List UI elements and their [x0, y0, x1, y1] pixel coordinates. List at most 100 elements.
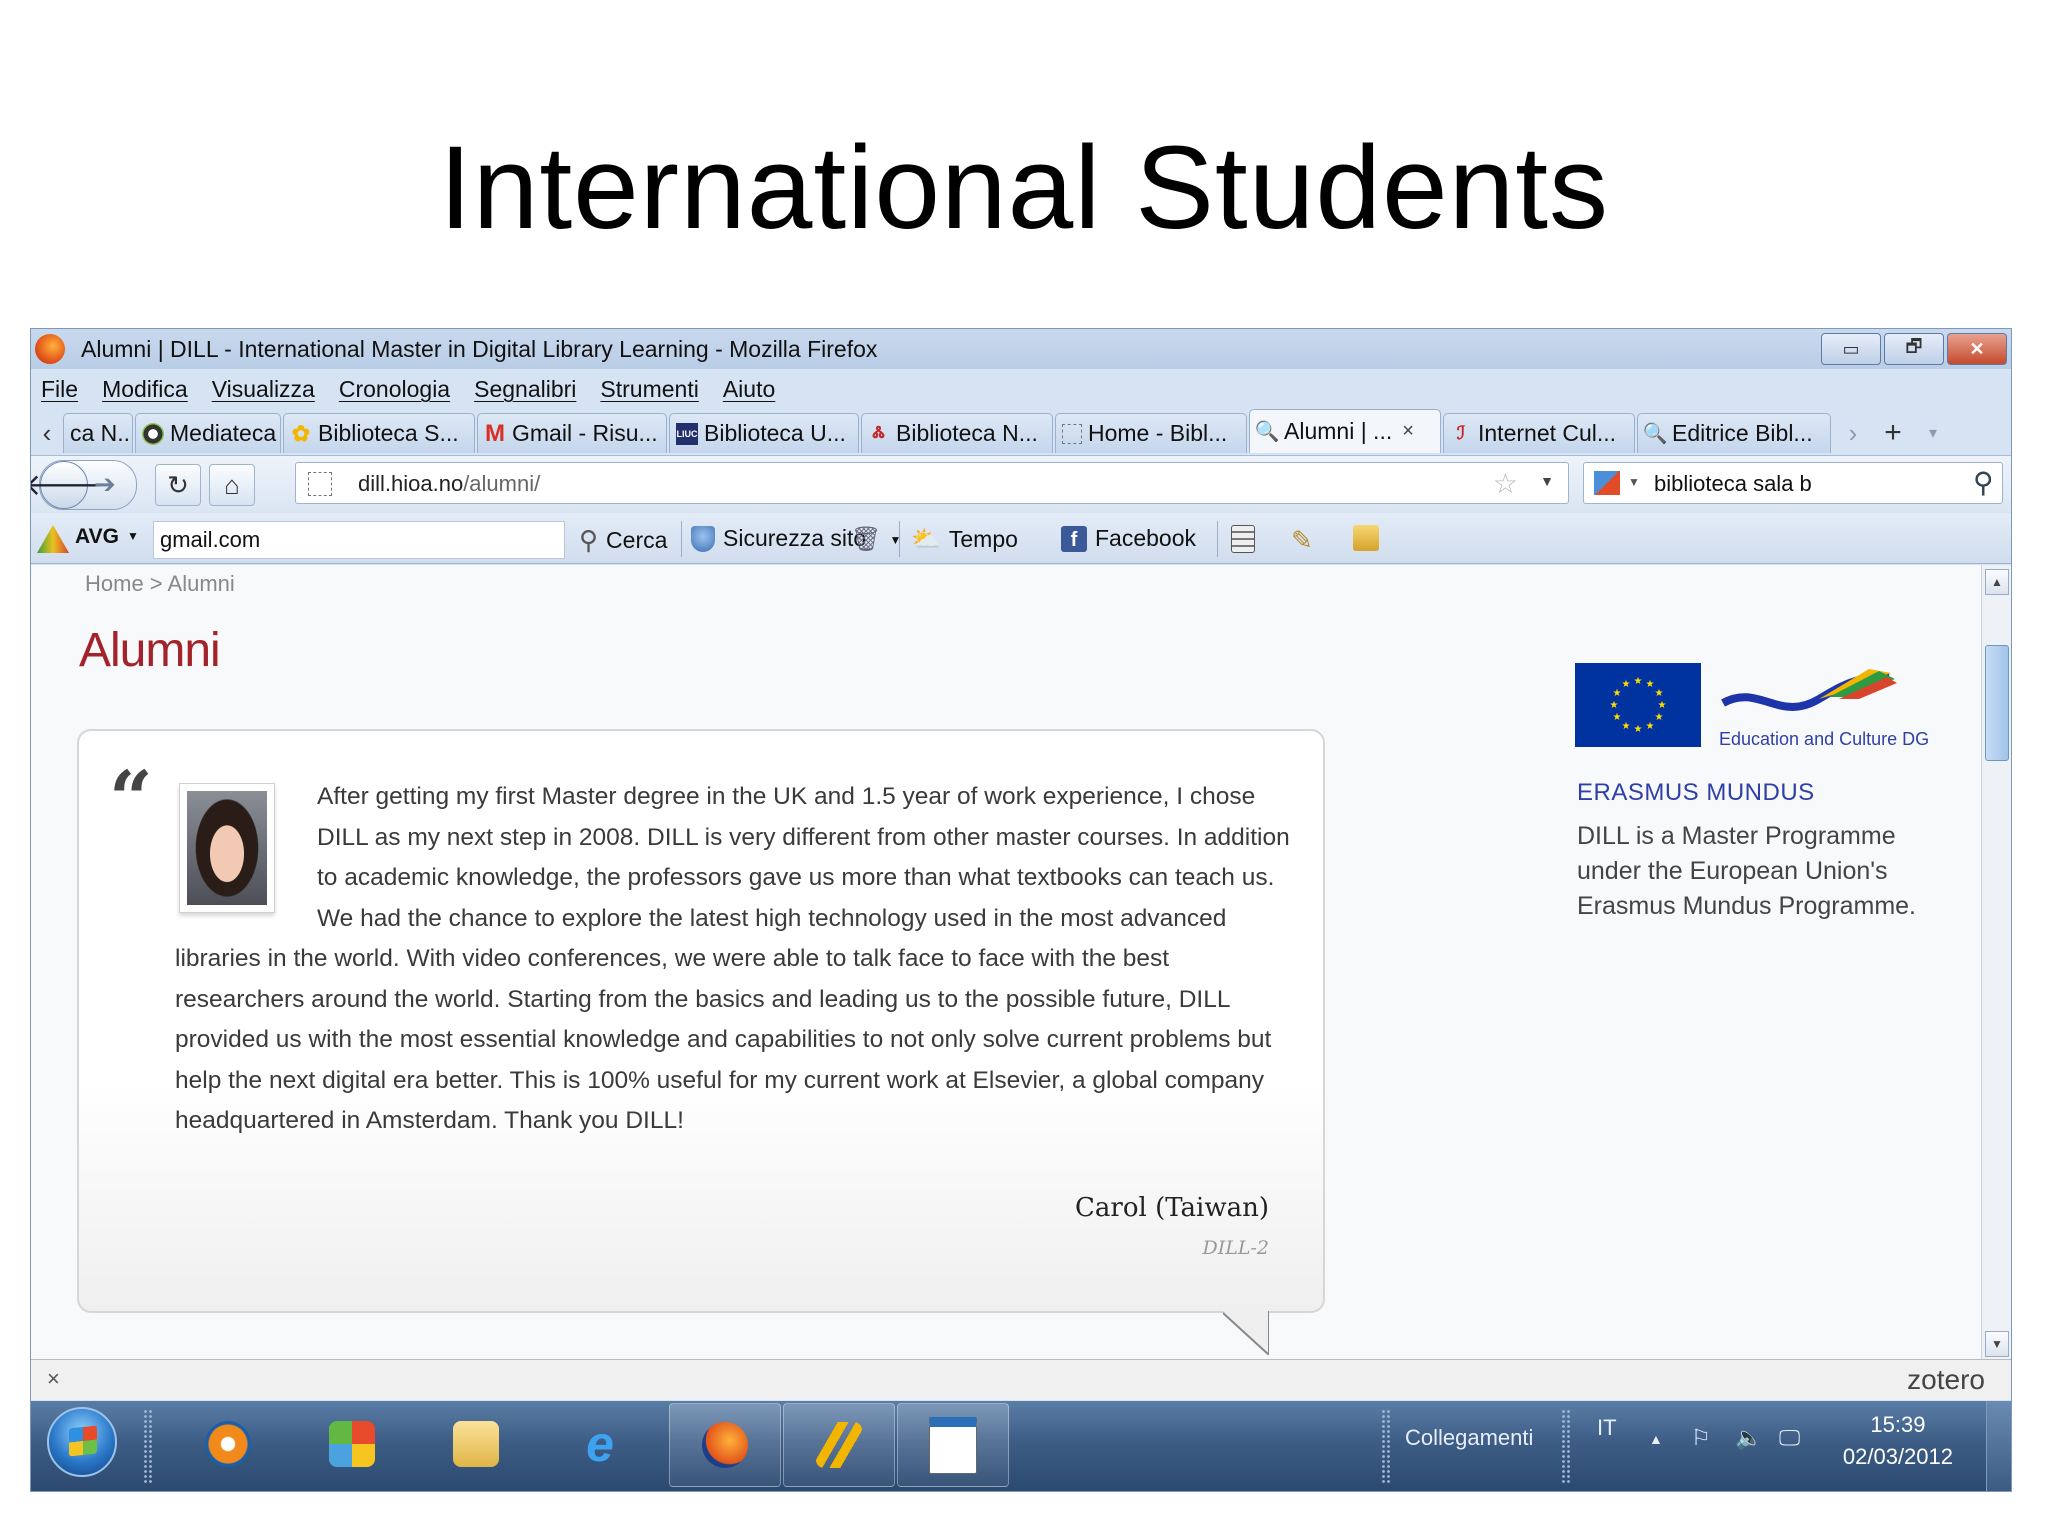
svg-text:★: ★ [1613, 688, 1622, 699]
zotero-close-icon[interactable]: × [47, 1366, 60, 1392]
tab-alumni-active[interactable]: 🔍 Alumni | ... × [1249, 409, 1441, 453]
menu-segnalibri[interactable]: Segnalibri [474, 376, 576, 403]
show-desktop-button[interactable] [1986, 1401, 2011, 1491]
taskbar-winamp[interactable] [783, 1403, 895, 1487]
taskbar-grip[interactable] [1381, 1409, 1391, 1483]
tab-8[interactable]: ℐ Internet Cul... [1443, 413, 1635, 453]
tab-1[interactable]: Mediateca S... [135, 413, 281, 453]
page-heading: Alumni [79, 624, 221, 677]
show-hidden-icons-icon[interactable]: ▲ [1649, 1431, 1663, 1447]
volume-icon[interactable]: 🔈 [1735, 1425, 1762, 1451]
language-indicator[interactable]: IT [1597, 1415, 1617, 1441]
taskbar-firefox-active[interactable] [669, 1403, 781, 1487]
links-toolbar[interactable]: Collegamenti [1405, 1425, 1533, 1451]
tab-list-button[interactable]: ▾ [1913, 413, 1953, 453]
tab-scroll-right-button[interactable]: › [1833, 413, 1873, 453]
avg-search-input[interactable]: gmail.com [153, 521, 565, 559]
menu-modifica[interactable]: Modifica [102, 376, 188, 403]
tab-scroll-left-button[interactable]: ‹ [31, 413, 63, 453]
url-history-dropdown-icon[interactable]: ▼ [1540, 473, 1554, 489]
svg-text:★: ★ [1646, 721, 1655, 732]
tab-label: Editrice Bibl... [1672, 420, 1813, 446]
search-bar[interactable]: ▼ biblioteca sala b ⚲ [1583, 462, 2003, 504]
testimonial-card: “ After getting my first Master degree i… [77, 729, 1325, 1313]
tab-9[interactable]: 🔍 Editrice Bibl... [1637, 413, 1831, 453]
tab-4[interactable]: LIUC Biblioteca U... [669, 413, 859, 453]
svg-text:★: ★ [1655, 712, 1664, 723]
back-arrow-icon[interactable]: 🡐 [31, 461, 104, 509]
zotero-button[interactable]: zotero [1907, 1364, 1985, 1396]
svg-text:★: ★ [1610, 700, 1619, 711]
taskbar-media-player[interactable] [173, 1403, 283, 1485]
lightning-app-icon [816, 1422, 862, 1468]
restore-button[interactable]: 🗗 [1884, 333, 1944, 365]
firefox-window: Alumni | DILL - International Master in … [30, 328, 2012, 1492]
home-icon[interactable]: ⌂ [209, 464, 255, 506]
avg-brand-menu[interactable]: AVG [75, 525, 119, 549]
system-clock[interactable]: 15:39 02/03/2012 [1843, 1409, 1953, 1473]
menu-strumenti[interactable]: Strumenti [600, 376, 698, 403]
search-input[interactable]: biblioteca sala b [1654, 471, 1812, 497]
tab-close-icon[interactable]: × [1402, 420, 1414, 443]
start-button[interactable] [47, 1407, 117, 1477]
menu-cronologia[interactable]: Cronologia [339, 376, 450, 403]
notepad-icon: ✎ [1291, 525, 1313, 555]
minimize-button[interactable]: ▭ [1821, 333, 1881, 365]
taskbar-internet-explorer[interactable]: e [545, 1403, 655, 1485]
taskbar-odf-document[interactable] [897, 1403, 1009, 1487]
reload-icon[interactable]: ↻ [155, 464, 201, 506]
notepad-button[interactable]: ✎ [1291, 525, 1313, 556]
svg-text:★: ★ [1613, 712, 1622, 723]
tab-2[interactable]: ✿ Biblioteca S... [283, 413, 475, 453]
avg-search-button[interactable]: ⚲ Cerca [579, 525, 667, 556]
menu-bar: File Modifica Visualizza Cronologia Segn… [31, 371, 2011, 407]
scroll-down-icon[interactable]: ▼ [1985, 1331, 2009, 1357]
search-engine-icon[interactable] [1594, 471, 1620, 495]
close-button[interactable]: ✕ [1947, 333, 2007, 365]
tab-label: Home - Bibl... [1088, 420, 1228, 446]
tab-3[interactable]: M Gmail - Risu... [477, 413, 667, 453]
bookmark-star-icon[interactable]: ☆ [1493, 467, 1518, 500]
menu-file[interactable]: File [41, 376, 78, 403]
gmail-icon: M [485, 419, 505, 447]
eu-flag-icon: ★ ★ ★ ★ ★ ★ ★ ★ ★ ★ ★ ★ [1575, 663, 1701, 747]
tab-6[interactable]: Home - Bibl... [1055, 413, 1247, 453]
breadcrumb[interactable]: Home > Alumni [85, 571, 235, 597]
forward-arrow-icon[interactable]: ➔ [94, 469, 116, 500]
svg-text:★: ★ [1658, 700, 1667, 711]
taskbar-grip[interactable] [143, 1409, 153, 1483]
scrollbar-thumb[interactable] [1985, 645, 2009, 761]
erasmus-mundus-label: ERASMUS MUNDUS [1577, 779, 1815, 806]
weather-button[interactable]: ⛅ Tempo [911, 525, 1018, 554]
magnifier-icon: ⚲ [579, 525, 599, 555]
facebook-button[interactable]: f Facebook [1061, 525, 1196, 552]
window-titlebar: Alumni | DILL - International Master in … [31, 329, 2011, 369]
tab-5[interactable]: Ꮬ Biblioteca N... [861, 413, 1053, 453]
tab-label: Alumni | ... [1284, 418, 1393, 444]
taskbar-paint[interactable] [297, 1403, 407, 1485]
tab-0[interactable]: ca N... [63, 413, 133, 453]
zotero-pane: × zotero [31, 1359, 2011, 1400]
calculator-button[interactable] [1231, 525, 1255, 553]
search-files-button[interactable] [1353, 525, 1379, 551]
avg-dropdown-icon[interactable]: ▼ [127, 529, 139, 543]
url-bar[interactable]: dill.hioa.no/alumni/ ☆ ▼ [295, 462, 1569, 504]
site-safety-button[interactable]: Sicurezza sito [691, 525, 866, 552]
liuc-icon: LIUC [676, 422, 698, 445]
taskbar-grip[interactable] [1561, 1409, 1571, 1483]
site-identity-icon[interactable] [308, 472, 332, 496]
network-icon[interactable]: 🖵 [1779, 1425, 1800, 1451]
new-tab-button[interactable]: + [1873, 413, 1913, 453]
menu-visualizza[interactable]: Visualizza [212, 376, 315, 403]
scroll-up-icon[interactable]: ▲ [1985, 569, 2009, 595]
trash-button[interactable]: 🗑 ▼ [851, 525, 901, 554]
search-engine-dropdown-icon[interactable]: ▼ [1628, 475, 1640, 489]
action-center-flag-icon[interactable]: ⚐ [1691, 1425, 1711, 1451]
media-player-icon [205, 1421, 251, 1467]
svg-text:★: ★ [1655, 688, 1664, 699]
search-go-icon[interactable]: ⚲ [1973, 466, 1994, 499]
menu-aiuto[interactable]: Aiuto [723, 376, 775, 403]
taskbar-explorer[interactable] [421, 1403, 531, 1485]
vertical-scrollbar[interactable]: ▲ ▼ [1981, 565, 2011, 1359]
education-culture-swoosh-icon [1721, 669, 1897, 711]
